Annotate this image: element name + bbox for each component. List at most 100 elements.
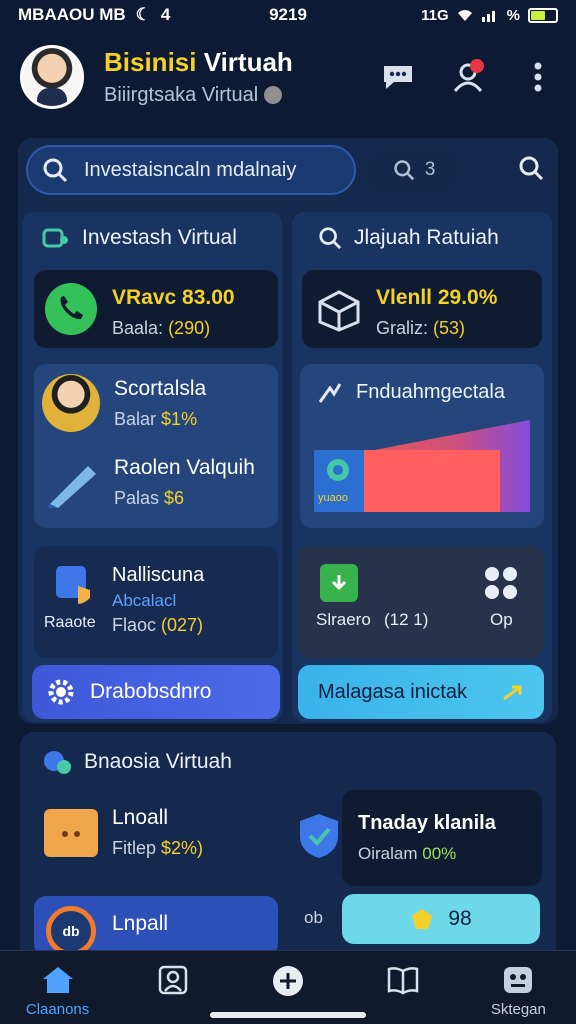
phone-icon xyxy=(45,283,97,335)
wifi-icon xyxy=(457,10,472,21)
contact-icon xyxy=(158,965,188,995)
growth-tile[interactable]: Vlenll 29.0% Graliz: (53) xyxy=(302,270,542,348)
moon-icon: ☾ xyxy=(135,5,151,24)
holding-sub: Palas $6 xyxy=(114,488,185,508)
folder-icon xyxy=(44,808,98,857)
mini-right-value: (12 1) xyxy=(384,610,429,629)
holding-row-1[interactable]: Scortalsla Balar $1% xyxy=(42,374,206,432)
box-icon xyxy=(318,290,360,332)
gear-icon xyxy=(48,679,74,705)
holding-sub: Balar $1% xyxy=(114,408,198,429)
investment-title: Investash Virtual xyxy=(42,226,237,250)
search-icon xyxy=(43,158,68,183)
mini-card-left[interactable]: Raaote Nalliscuna Abcalacl Flaoc (027) xyxy=(34,546,278,658)
gradient-chart: yuaoo xyxy=(314,416,530,514)
manage-button-label: Malagasa inictak xyxy=(318,680,467,703)
signal-icon xyxy=(481,11,495,22)
bottom-item-label: Lnpall xyxy=(112,912,169,935)
battery-percent: % xyxy=(506,6,520,24)
signal-count: 4 xyxy=(160,5,171,24)
globe-icon xyxy=(44,751,71,774)
nav-library[interactable] xyxy=(353,965,453,995)
nav-add[interactable] xyxy=(238,965,338,997)
notifications-button[interactable] xyxy=(450,59,486,95)
dashboard-button-label: Drabobsdnro xyxy=(90,680,212,703)
network-label: 11G xyxy=(421,6,449,24)
carrier-label: MBAAOU MB xyxy=(18,5,126,24)
link-icon: ob xyxy=(304,908,323,927)
nav-profile-label: Sktegan xyxy=(490,1001,546,1018)
mini-caption: Raaote xyxy=(44,614,96,631)
chat-icon xyxy=(384,66,412,89)
filter-count: 3 xyxy=(424,159,436,180)
search-icon xyxy=(519,156,544,180)
app-title: Bisinisi Virtuah xyxy=(104,47,293,77)
nav-profile[interactable]: Sktegan xyxy=(468,965,568,1018)
mini-right-extra: Op xyxy=(490,610,513,629)
mini-sub: Flaoc (027) xyxy=(112,615,204,635)
call-value-tile[interactable]: VRavc 83.00 Baala: (290) xyxy=(34,270,278,348)
nav-home-label: Claanons xyxy=(25,1001,90,1018)
document-shield-icon xyxy=(56,566,90,604)
returns-title: Jlajuah Ratuiah xyxy=(318,226,499,250)
score-value: 98 xyxy=(448,907,472,930)
chat-button[interactable] xyxy=(380,59,416,95)
download-icon xyxy=(320,564,358,602)
profile-icon xyxy=(504,967,533,993)
battery-icon xyxy=(528,7,558,23)
home-icon xyxy=(42,967,73,993)
bottom-row-1[interactable]: Lnoall Fitlep $2%) xyxy=(44,806,203,859)
bottom-section-title: Bnaosia Virtuah xyxy=(42,748,232,776)
arrow-icon xyxy=(503,685,522,701)
star-badge-icon xyxy=(412,909,433,929)
target-icon xyxy=(327,459,349,481)
more-vertical-icon xyxy=(534,62,542,92)
grid-dots-icon xyxy=(485,567,517,599)
app-subtitle: Biiirgtsaka Virtual xyxy=(104,84,380,107)
holding-label: Raolen Valquih xyxy=(114,456,255,479)
notification-dot xyxy=(470,59,484,73)
search-icon xyxy=(319,227,342,250)
book-icon xyxy=(387,967,419,995)
person-avatar-icon xyxy=(42,374,100,432)
search-button[interactable] xyxy=(518,155,544,186)
mini-subtitle: Abcalacl xyxy=(112,591,177,610)
nav-home[interactable]: Claanons xyxy=(8,965,108,1018)
chart-badge-label: yuaoo xyxy=(318,492,348,504)
home-indicator xyxy=(210,1012,366,1018)
holding-row-2[interactable]: Raolen Valquih Palas $6 xyxy=(44,456,255,509)
bottom-item-sub: Fitlep $2%) xyxy=(112,838,204,858)
score-tile[interactable]: 98 xyxy=(342,894,540,944)
call-sub: Baala: (290) xyxy=(112,318,211,338)
shield-icon xyxy=(300,814,338,858)
holding-label: Scortalsla xyxy=(114,376,207,400)
mini-card-right[interactable]: Slraero (12 1) Op xyxy=(298,546,544,658)
growth-sub: Graliz: (53) xyxy=(376,318,466,338)
dashboard-button[interactable]: Drabobsdnro xyxy=(32,665,280,719)
call-value: VRavc 83.00 xyxy=(112,286,235,309)
app-header: Bisinisi Virtuah Biiirgtsaka Virtual xyxy=(0,32,576,122)
growth-value: Vlenll 29.0% xyxy=(376,286,498,309)
nav-contacts[interactable] xyxy=(123,965,223,995)
status-bar: MBAAOU MB ☾ 4 9219 11G % xyxy=(0,0,576,30)
avatar[interactable] xyxy=(20,45,84,109)
bottom-item-label: Lnoall xyxy=(112,806,169,829)
sparkle-icon xyxy=(318,383,342,403)
search-input[interactable]: Investaisncaln mdalnaiy xyxy=(26,145,356,195)
search-icon xyxy=(393,160,414,181)
manage-button[interactable]: Malagasa inictak xyxy=(298,665,544,719)
filter-search-button[interactable]: 3 xyxy=(368,147,460,193)
badge-icon xyxy=(263,86,282,104)
more-menu-button[interactable] xyxy=(520,59,556,95)
trade-label: Tnaday klanila xyxy=(358,812,496,834)
mini-right-label: Slraero xyxy=(316,610,371,629)
trade-sub: Oiralam 00% xyxy=(358,844,457,863)
bottom-row-2[interactable]: db Lnpall xyxy=(34,896,278,956)
trade-tile[interactable]: Tnaday klanila Oiralam 00% xyxy=(342,790,542,886)
chart-card-title: Fnduahmgectala xyxy=(316,378,505,406)
mini-title: Nalliscuna xyxy=(112,564,205,586)
search-placeholder: Investaisncaln mdalnaiy xyxy=(84,158,297,181)
ring-icon: db xyxy=(46,906,96,956)
pen-icon xyxy=(48,465,96,508)
plus-icon xyxy=(272,966,303,996)
